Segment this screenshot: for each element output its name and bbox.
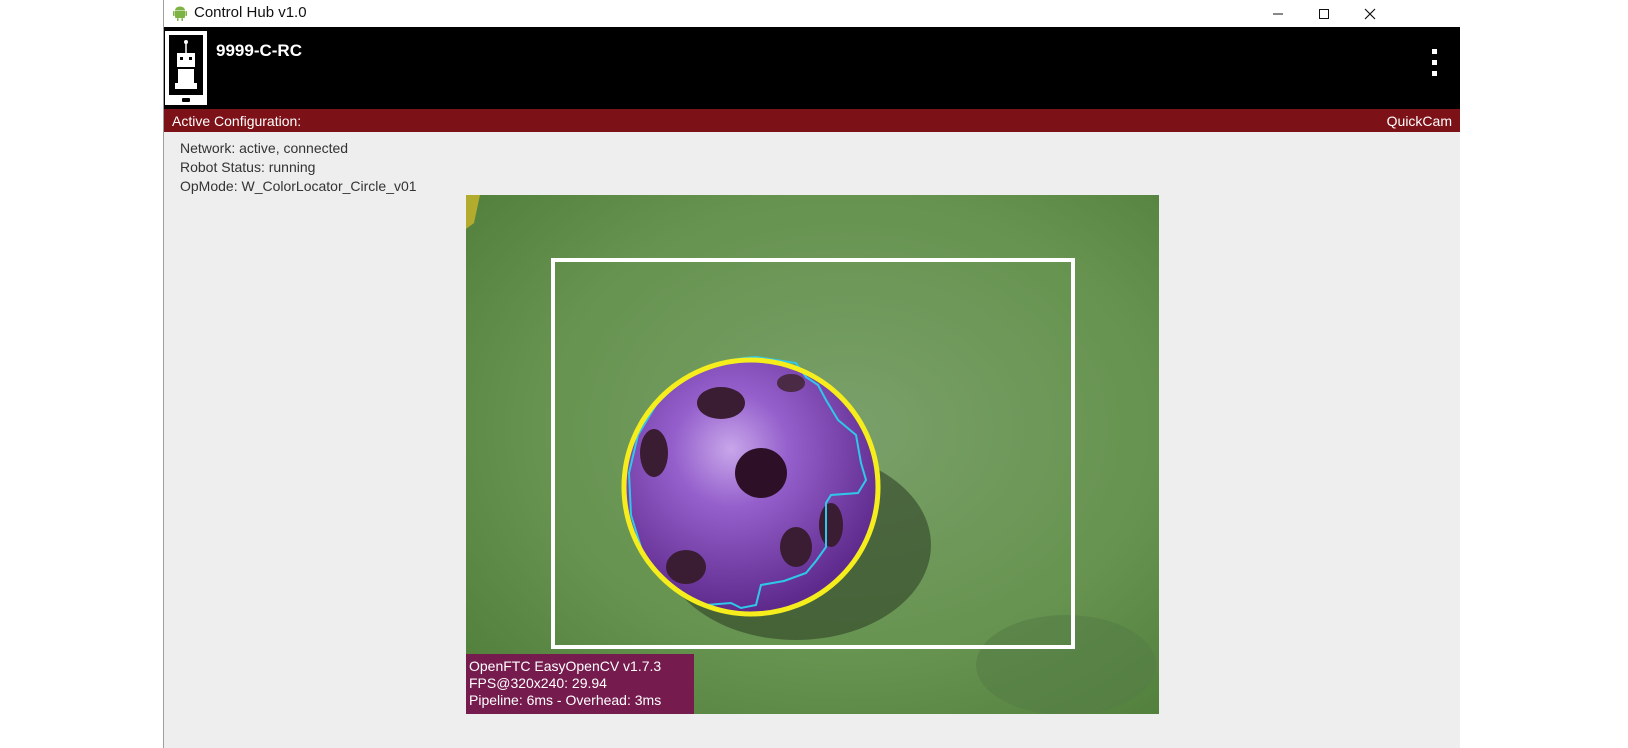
main-content: Network: active, connected Robot Status:… [163, 132, 1460, 748]
camera-stream[interactable]: OpenFTC EasyOpenCV v1.7.3 FPS@320x240: 2… [466, 195, 1159, 714]
overlay-fps: FPS@320x240: 29.94 [469, 675, 607, 691]
ball-hole [666, 550, 706, 584]
android-icon [173, 6, 187, 21]
config-label: Active Configuration: [172, 113, 302, 129]
network-status: Network: active, connected [180, 140, 349, 156]
robot-name: 9999-C-RC [216, 41, 302, 60]
overlay-pipeline: Pipeline: 6ms - Overhead: 3ms [469, 692, 662, 708]
camera-frame [466, 195, 1159, 714]
ball-hole [640, 429, 668, 477]
ball-hole [735, 448, 787, 498]
ball-hole [697, 387, 745, 419]
floor-shade [976, 615, 1156, 714]
maximize-button[interactable] [1301, 0, 1347, 27]
opmode-status: OpMode: W_ColorLocator_Circle_v01 [180, 178, 417, 194]
minimize-icon [1273, 13, 1283, 14]
robot-status: Robot Status: running [180, 159, 316, 175]
window-title: Control Hub v1.0 [194, 4, 307, 21]
kebab-menu-icon[interactable] [1428, 49, 1440, 83]
close-button[interactable] [1347, 0, 1393, 27]
ball-hole [780, 527, 812, 567]
robot-phone-icon [165, 31, 207, 105]
minimize-button[interactable] [1255, 0, 1301, 27]
app-window: Control Hub v1.0 9999-C-RC Active Config… [163, 0, 1460, 748]
easyopencv-overlay: OpenFTC EasyOpenCV v1.7.3 FPS@320x240: 2… [466, 654, 694, 714]
overlay-version: OpenFTC EasyOpenCV v1.7.3 [469, 658, 662, 674]
app-header: 9999-C-RC [163, 27, 1460, 109]
config-value: QuickCam [1386, 113, 1452, 129]
window-border [163, 0, 164, 748]
title-bar: Control Hub v1.0 [163, 0, 1460, 27]
ball-hole [777, 374, 805, 392]
ball-hole [819, 503, 843, 547]
maximize-icon [1319, 8, 1329, 19]
active-configuration-bar: Active Configuration: QuickCam [163, 109, 1460, 132]
close-icon [1364, 8, 1376, 19]
